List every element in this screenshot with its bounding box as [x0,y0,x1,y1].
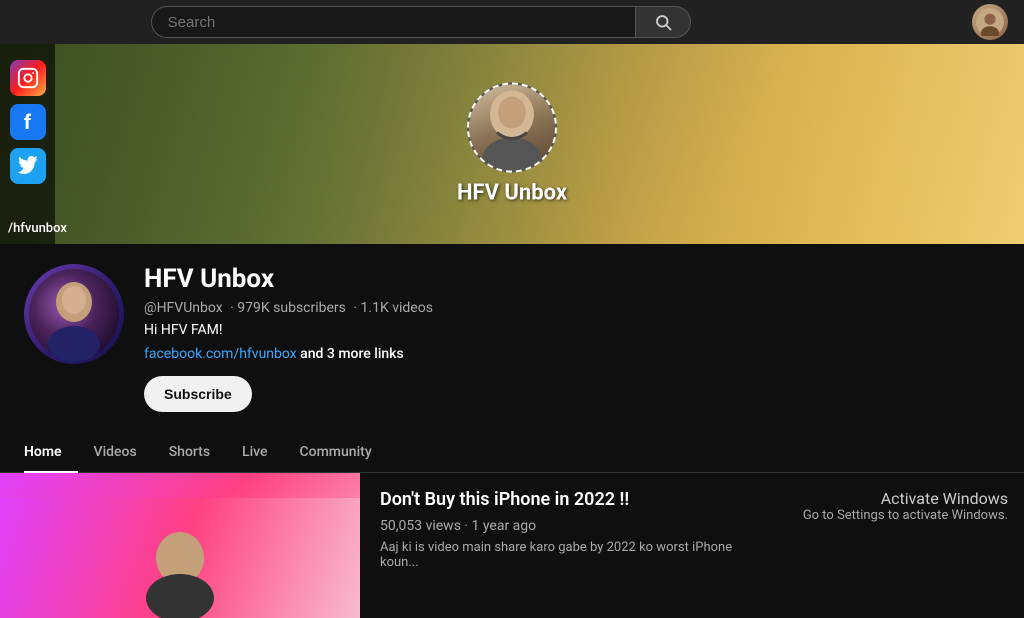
search-input-container [151,6,635,38]
tab-community[interactable]: Community [284,432,388,472]
banner-channel-info: HFV Unbox [457,83,567,206]
search-wrapper [151,6,691,38]
channel-subscribers: 979K subscribers [237,300,346,316]
channel-banner: f /hfvunbox HFV Unbox [0,44,1024,244]
channel-handle-banner: /hfvunbox [8,221,67,236]
banner-avatar-image [469,85,555,171]
channel-facebook-link[interactable]: facebook.com/hfvunbox [144,346,297,362]
search-input[interactable] [168,14,619,31]
facebook-icon[interactable]: f [10,104,46,140]
search-icon [654,13,672,31]
video-title: Don't Buy this iPhone in 2022 !! [380,489,767,510]
channel-videos: 1.1K videos [361,300,433,316]
channel-name: HFV Unbox [144,264,1000,294]
banner-avatar-circle [467,83,557,173]
channel-meta: @HFVUnbox · 979K subscribers · 1.1K vide… [144,300,1000,316]
topbar [0,0,1024,44]
avatar[interactable] [972,4,1008,40]
video-info: Don't Buy this iPhone in 2022 !! 50,053 … [360,473,787,618]
banner-channel-name: HFV Unbox [457,181,567,206]
activate-windows-title: Activate Windows [803,489,1008,508]
user-icon [976,8,1004,36]
tab-videos[interactable]: Videos [78,432,153,472]
twitter-icon[interactable] [10,148,46,184]
channel-section: HFV Unbox @HFVUnbox · 979K subscribers ·… [0,244,1024,432]
video-description: Aaj ki is video main share karo gabe by … [380,540,767,570]
channel-details: HFV Unbox @HFVUnbox · 979K subscribers ·… [144,264,1000,412]
subscribe-button[interactable]: Subscribe [144,376,252,412]
tab-shorts[interactable]: Shorts [153,432,226,472]
video-meta: 50,053 views · 1 year ago [380,518,767,534]
instagram-icon[interactable] [10,60,46,96]
video-thumbnail[interactable] [0,473,360,618]
channel-handle: @HFVUnbox [144,300,223,316]
search-button[interactable] [635,6,691,38]
channel-links: facebook.com/hfvunbox and 3 more links [144,346,1000,362]
activate-windows-notice: Activate Windows Go to Settings to activ… [787,473,1024,618]
tabs-bar: Home Videos Shorts Live Community [0,432,1024,473]
channel-description: Hi HFV FAM! [144,322,1000,338]
activate-windows-subtitle: Go to Settings to activate Windows. [803,508,1008,523]
channel-more-links[interactable]: and 3 more links [300,346,404,362]
tab-live[interactable]: Live [226,432,283,472]
video-views: 50,053 views [380,518,461,534]
topbar-right [972,4,1008,40]
content-area: Don't Buy this iPhone in 2022 !! 50,053 … [0,473,1024,618]
channel-avatar [24,264,124,364]
banner-social-sidebar: f /hfvunbox [0,44,55,244]
tab-home[interactable]: Home [24,432,78,472]
video-time: 1 year ago [472,518,537,534]
